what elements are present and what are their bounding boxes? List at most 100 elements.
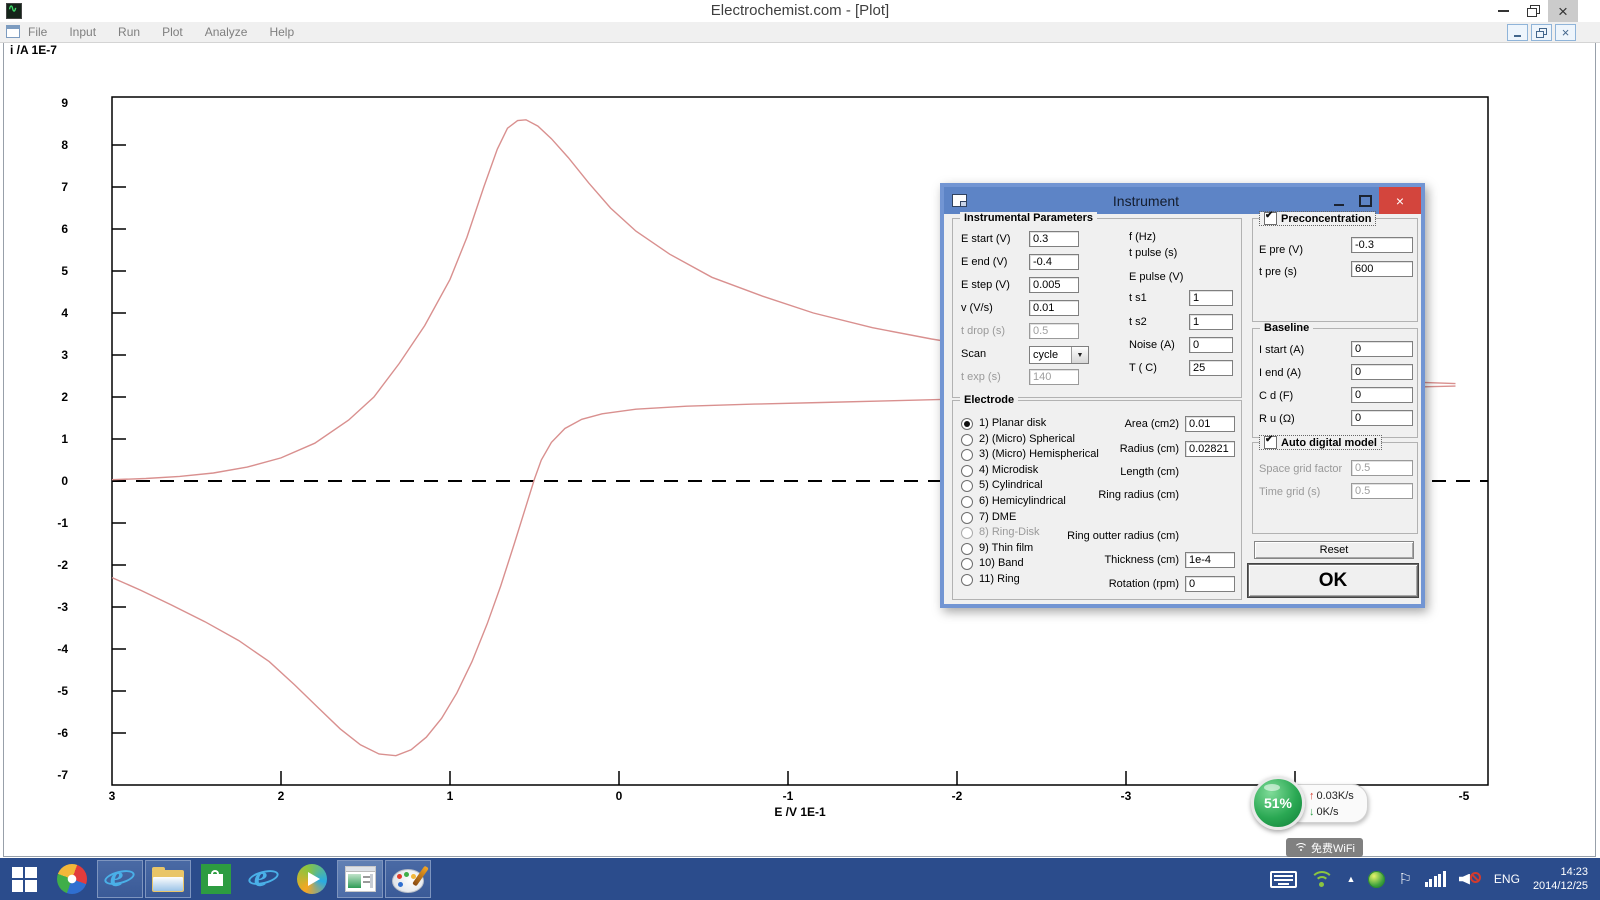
taskbar-button-file-explorer[interactable] (145, 860, 191, 898)
network-ball-widget[interactable]: 51% (1251, 776, 1305, 830)
svg-text:7: 7 (61, 180, 68, 194)
menu-help[interactable]: Help (269, 25, 294, 39)
mdi-close-icon[interactable] (1555, 24, 1576, 41)
taskbar-button-electrochemist-app[interactable] (337, 860, 383, 898)
t-s1-input[interactable] (1189, 290, 1233, 306)
scan-combobox[interactable]: cycle▼ (1029, 346, 1089, 364)
i-start-a-label: I start (A) (1259, 344, 1304, 356)
svg-text:-3: -3 (1121, 789, 1132, 803)
menu-plot[interactable]: Plot (162, 25, 183, 39)
wifi-tray-icon[interactable] (1310, 871, 1334, 888)
v-v-s-input[interactable] (1029, 300, 1079, 316)
close-icon[interactable] (1548, 0, 1578, 22)
reset-button[interactable]: Reset (1254, 541, 1414, 559)
t-drop-s-input[interactable] (1029, 323, 1079, 339)
group-baseline: Baseline I start (A)I end (A)C d (F)R u … (1252, 328, 1418, 438)
language-indicator[interactable]: ENG (1494, 872, 1520, 886)
mdi-child-icon[interactable] (6, 25, 20, 38)
7-dme-label: 7) DME (979, 511, 1016, 523)
t-exp-s-input[interactable] (1029, 369, 1079, 385)
svg-text:-1: -1 (57, 516, 68, 530)
muted-speaker-icon[interactable] (1459, 871, 1481, 888)
e-end-v-input[interactable] (1029, 254, 1079, 270)
mdi-minimize-icon[interactable] (1507, 24, 1528, 41)
cellular-signal-icon[interactable] (1425, 871, 1446, 887)
radius-cm-label: Radius (cm) (953, 443, 1179, 455)
dialog-title: Instrument (967, 193, 1325, 209)
ok-button[interactable]: OK (1248, 564, 1418, 597)
taskbar-button-internet-explorer-2[interactable]: e (240, 858, 288, 900)
i-end-a-input[interactable] (1351, 364, 1413, 380)
free-wifi-tooltip[interactable]: 免费WiFi (1286, 838, 1363, 857)
taskbar-button-start[interactable] (0, 858, 48, 900)
menu-input[interactable]: Input (69, 25, 96, 39)
e-pre-v-label: E pre (V) (1259, 244, 1303, 256)
taskbar-button-pinwheel-browser[interactable] (48, 858, 96, 900)
pinwheel-browser-icon (57, 864, 87, 894)
dialog-maximize-icon[interactable] (1352, 187, 1379, 214)
dialog-minimize-icon[interactable] (1325, 187, 1352, 214)
windows-logo-icon (12, 867, 37, 892)
e-pre-v-input[interactable] (1351, 237, 1413, 253)
dialog-body: Instrumental Parameters E start (V)E end… (944, 214, 1421, 604)
thickness-cm-input[interactable] (1185, 552, 1235, 568)
e-start-v-label: E start (V) (961, 233, 1011, 245)
noise-a-input[interactable] (1189, 337, 1233, 353)
file-explorer-icon (152, 867, 184, 892)
r-u-input[interactable] (1351, 410, 1413, 426)
minimize-icon[interactable] (1488, 0, 1518, 22)
svg-text:4: 4 (61, 306, 68, 320)
c-d-f-input[interactable] (1351, 387, 1413, 403)
area-cm2-input[interactable] (1185, 416, 1235, 432)
preconcentration-checkbox[interactable] (1264, 212, 1277, 225)
show-hidden-icons-chevron[interactable]: ▲ (1347, 874, 1356, 884)
space-grid-factor-input[interactable] (1351, 460, 1413, 476)
electrochemist-window-icon (345, 866, 376, 892)
menu-analyze[interactable]: Analyze (205, 25, 248, 39)
taskbar-button-tencent-video[interactable] (288, 858, 336, 900)
group-electrode: Electrode 1) Planar disk2) (Micro) Spher… (952, 400, 1242, 600)
group-auto-digital-model: Auto digital model Space grid factorTime… (1252, 442, 1418, 534)
chevron-down-icon[interactable]: ▼ (1071, 347, 1088, 363)
auto-digital-model-checkbox[interactable] (1264, 436, 1277, 449)
svg-text:8: 8 (61, 138, 68, 152)
t-exp-s-label: t exp (s) (961, 371, 1001, 383)
wifi-icon (1294, 843, 1307, 853)
t-s2-input[interactable] (1189, 314, 1233, 330)
rotation-rpm-input[interactable] (1185, 576, 1235, 592)
e-step-v-label: E step (V) (961, 279, 1010, 291)
radio-9-thin-film[interactable] (961, 543, 973, 555)
time-grid-s-input[interactable] (1351, 483, 1413, 499)
e-start-v-input[interactable] (1029, 231, 1079, 247)
svg-text:0: 0 (61, 474, 68, 488)
action-center-flag-icon[interactable]: ⚐ (1398, 872, 1411, 887)
dialog-titlebar[interactable]: Instrument × (944, 187, 1421, 214)
t-c-input[interactable] (1189, 360, 1233, 376)
svg-text:2: 2 (278, 789, 285, 803)
t-pre-s-input[interactable] (1351, 261, 1413, 277)
taskbar-button-internet-explorer[interactable]: e (97, 860, 143, 898)
dialog-close-icon[interactable]: × (1379, 187, 1421, 214)
i-start-a-input[interactable] (1351, 341, 1413, 357)
taskbar-button-paint[interactable] (385, 860, 431, 898)
radius-cm-input[interactable] (1185, 441, 1235, 457)
svg-text:-6: -6 (57, 726, 68, 740)
menu-file[interactable]: File (28, 25, 47, 39)
network-speed-panel[interactable]: ↑0.03K/s ↓0K/s (1294, 784, 1368, 823)
i-end-a-label: I end (A) (1259, 367, 1301, 379)
paint-icon (392, 866, 424, 893)
taskbar-button-windows-store[interactable] (192, 858, 240, 900)
restore-icon[interactable] (1518, 0, 1548, 22)
ring-outter-radius-cm-label: Ring outter radius (cm) (953, 530, 1179, 542)
touch-keyboard-icon[interactable] (1270, 871, 1297, 888)
mdi-restore-icon[interactable] (1531, 24, 1552, 41)
rotation-rpm-label: Rotation (rpm) (953, 578, 1179, 590)
svg-text:5: 5 (61, 264, 68, 278)
network-percent: 51% (1264, 795, 1292, 811)
tray-clock[interactable]: 14:23 2014/12/25 (1533, 865, 1588, 893)
radio-7-dme[interactable] (961, 512, 973, 524)
360-security-tray-icon[interactable] (1368, 871, 1385, 888)
e-step-v-input[interactable] (1029, 277, 1079, 293)
svg-text:6: 6 (61, 222, 68, 236)
menu-run[interactable]: Run (118, 25, 140, 39)
